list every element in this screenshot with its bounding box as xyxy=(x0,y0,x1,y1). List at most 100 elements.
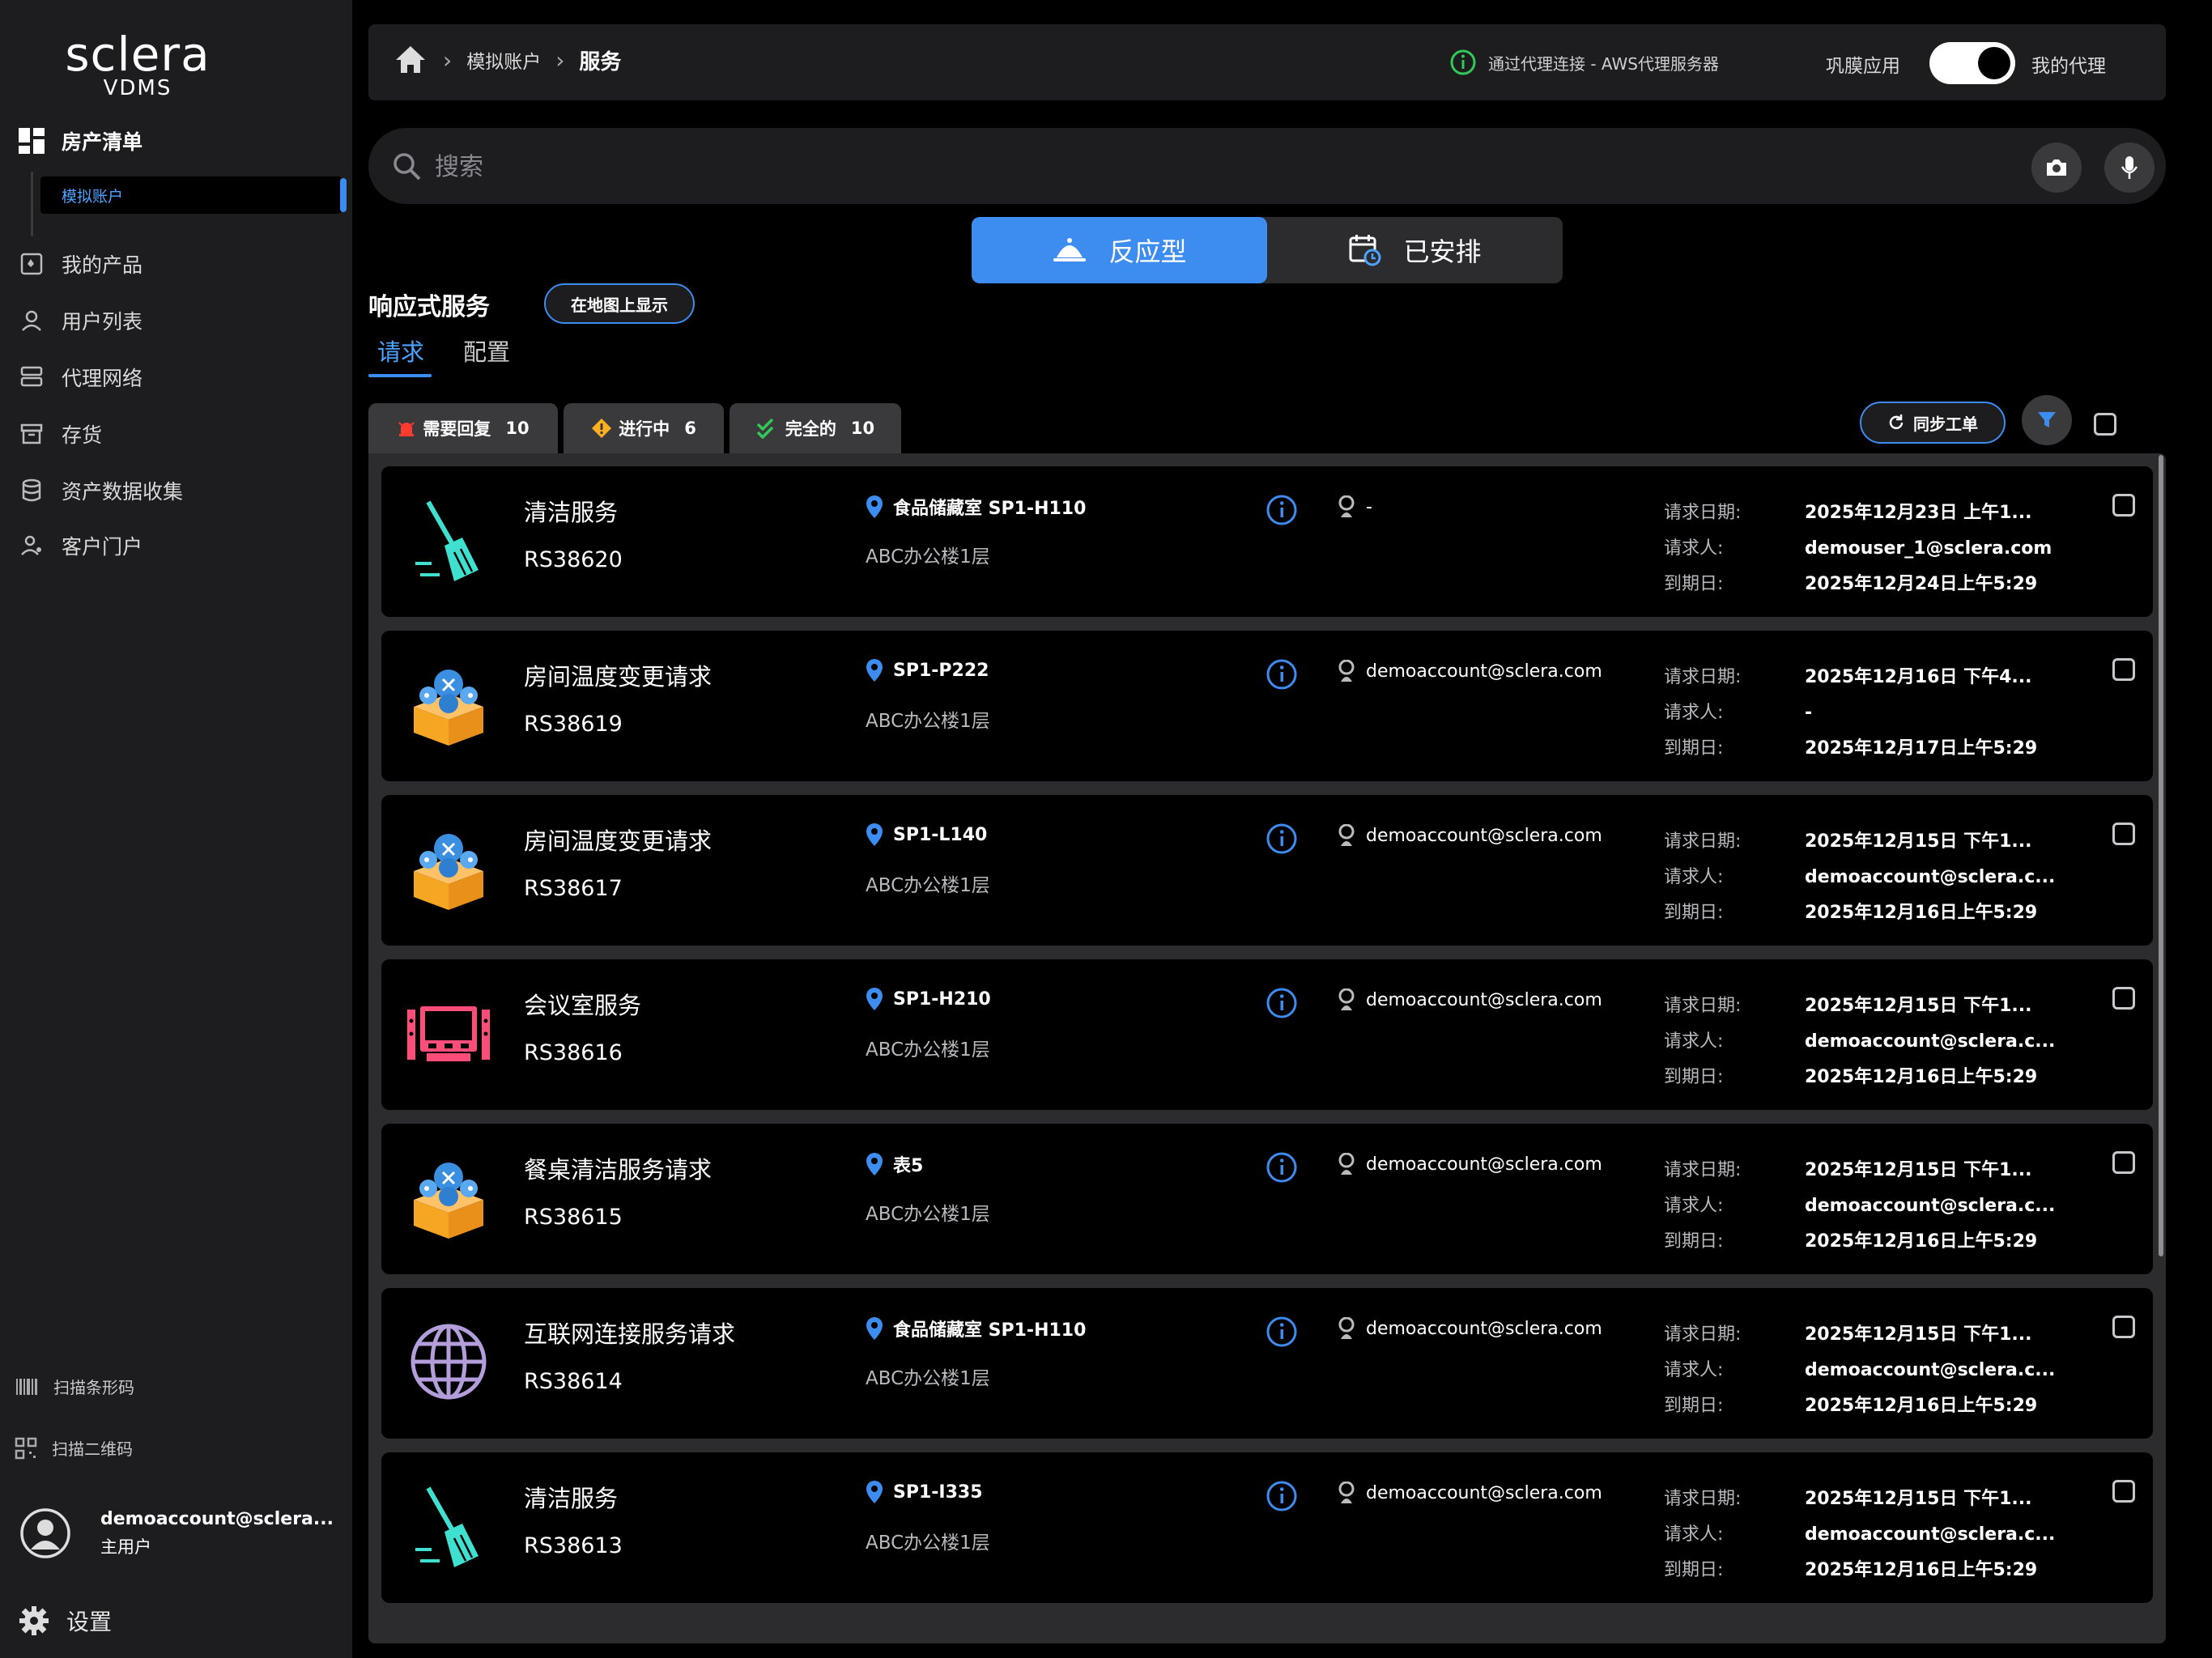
filter-icon xyxy=(2038,412,2056,427)
status-tab-in-progress[interactable]: 进行中 6 xyxy=(564,403,724,453)
logo-brand: sclera xyxy=(65,27,211,82)
top-bar: › 模拟账户 › 服务 通过代理连接 - AWS代理服务器 巩膜应用 我的代理 xyxy=(368,24,2166,100)
label-requester: 请求人: xyxy=(1664,703,1724,723)
sidebar-item-products[interactable]: 我的产品 xyxy=(19,249,143,278)
person-icon xyxy=(1338,1153,1355,1175)
globe-icon xyxy=(404,1317,493,1406)
refresh-icon xyxy=(1889,414,1904,430)
info-icon[interactable] xyxy=(1266,494,1298,529)
select-all-checkbox[interactable] xyxy=(2094,413,2116,436)
requester: demoaccount@sclera.c... xyxy=(1805,1360,2056,1380)
request-card[interactable]: 房间温度变更请求 RS38617 SP1-L140 ABC办公楼1层 demoaccou… xyxy=(381,795,2153,946)
request-field-labels: 请求日期: 请求人: 到期日: xyxy=(1664,1317,1741,1424)
status-tab-needs-reply[interactable]: 需要回复 10 xyxy=(368,403,558,453)
due-date: 2025年12月24日上午5:29 xyxy=(1805,574,2038,594)
info-icon[interactable] xyxy=(1266,658,1298,694)
request-field-values: 2025年12月16日 下午4... - 2025年12月17日上午5:29 xyxy=(1805,660,2037,767)
user-profile[interactable]: demoaccount@sclera... 主用户 xyxy=(19,1507,334,1559)
sidebar-subitem-demo-account[interactable]: 模拟账户 xyxy=(40,176,347,214)
filter-button[interactable] xyxy=(2022,395,2072,445)
request-location: 食品储藏室 SP1-H110 xyxy=(866,494,1086,520)
tab-requests[interactable]: 请求 xyxy=(377,334,424,368)
scan-barcode-label: 扫描条形码 xyxy=(53,1378,134,1397)
request-card[interactable]: 餐桌清洁服务请求 RS38615 表5 ABC办公楼1层 demoaccount@scl… xyxy=(381,1124,2153,1274)
section-title: 响应式服务 xyxy=(368,293,490,321)
location-pin-icon xyxy=(866,1481,883,1503)
info-icon[interactable] xyxy=(1266,1480,1298,1516)
request-field-values: 2025年12月15日 下午1... demoaccount@sclera.c..… xyxy=(1805,1153,2055,1260)
sidebar-item-proxy-network[interactable]: 代理网络 xyxy=(19,363,143,392)
requested-date: 2025年12月15日 下午1... xyxy=(1805,996,2032,1016)
label-requested-date: 请求日期: xyxy=(1664,503,1742,523)
label-due-date: 到期日: xyxy=(1664,1067,1724,1087)
segment-reactive-label: 反应型 xyxy=(1108,236,1187,267)
status-tab-label: 完全的 xyxy=(785,419,836,439)
proxy-toggle[interactable] xyxy=(1929,42,2015,84)
request-checkbox[interactable] xyxy=(2112,1316,2135,1338)
request-name: 会议室服务 xyxy=(524,992,642,1019)
scan-qr-label: 扫描二维码 xyxy=(52,1439,133,1459)
list-scrollbar[interactable] xyxy=(2159,455,2163,1256)
request-room: 食品储藏室 SP1-H110 xyxy=(893,1320,1087,1341)
scan-qr-button[interactable]: 扫描二维码 xyxy=(15,1436,133,1460)
person-icon xyxy=(1338,1317,1355,1339)
home-icon[interactable] xyxy=(393,42,428,78)
request-field-values: 2025年12月15日 下午1... demoaccount@sclera.c..… xyxy=(1805,1482,2055,1588)
search-icon xyxy=(393,153,421,181)
request-checkbox[interactable] xyxy=(2112,494,2135,517)
status-tab-complete[interactable]: 完全的 10 xyxy=(730,403,901,453)
request-account-text: demoaccount@sclera.com xyxy=(1366,1482,1602,1503)
service-box-icon xyxy=(404,824,493,913)
scan-barcode-button[interactable]: 扫描条形码 xyxy=(15,1375,134,1398)
camera-button[interactable] xyxy=(2031,142,2082,193)
settings-button[interactable]: 设置 xyxy=(18,1605,112,1637)
sidebar-item-users[interactable]: 用户列表 xyxy=(19,306,143,335)
request-account: demoaccount@sclera.com xyxy=(1337,824,1602,847)
segment-scheduled[interactable]: 已安排 xyxy=(1267,217,1563,283)
breadcrumb-demo-account[interactable]: 模拟账户 xyxy=(466,46,541,74)
service-type-switch: 反应型 已安排 xyxy=(972,217,1563,283)
requester: - xyxy=(1805,703,1813,723)
label-due-date: 到期日: xyxy=(1664,903,1724,923)
request-checkbox[interactable] xyxy=(2112,823,2135,845)
info-icon[interactable] xyxy=(1266,987,1298,1022)
sidebar-item-property-list[interactable]: 房产清单 xyxy=(18,126,143,155)
sidebar-item-label: 资产数据收集 xyxy=(62,480,184,504)
request-card[interactable]: 清洁服务 RS38620 食品储藏室 SP1-H110 ABC办公楼1层 - 请求日期: 请… xyxy=(381,466,2153,617)
due-date: 2025年12月16日上午5:29 xyxy=(1805,903,2038,923)
search-input[interactable] xyxy=(433,144,1894,189)
request-checkbox[interactable] xyxy=(2112,987,2135,1010)
requested-date: 2025年12月15日 下午1... xyxy=(1805,1489,2032,1509)
request-card[interactable]: 房间温度变更请求 RS38619 SP1-P222 ABC办公楼1层 demoaccou… xyxy=(381,631,2153,781)
tab-config[interactable]: 配置 xyxy=(463,334,510,368)
info-icon[interactable] xyxy=(1266,1316,1298,1351)
sidebar-item-inventory[interactable]: 存货 xyxy=(19,419,102,449)
show-on-map-button[interactable]: 在地图上显示 xyxy=(544,283,695,324)
request-building: ABC办公楼1层 xyxy=(866,546,990,568)
request-card[interactable]: 互联网连接服务请求 RS38614 食品储藏室 SP1-H110 ABC办公楼1层 de… xyxy=(381,1288,2153,1439)
request-name: 餐桌清洁服务请求 xyxy=(524,1156,713,1184)
sync-tickets-button[interactable]: 同步工单 xyxy=(1860,402,2006,444)
sidebar-item-customer-portal[interactable]: 客户门户 xyxy=(19,531,143,560)
microphone-button[interactable] xyxy=(2104,142,2155,193)
request-card[interactable]: 清洁服务 RS38613 SP1-I335 ABC办公楼1层 demoaccount@s… xyxy=(381,1452,2153,1603)
request-room: 表5 xyxy=(893,1156,924,1176)
due-date: 2025年12月16日上午5:29 xyxy=(1805,1560,2038,1580)
sidebar-item-asset-data[interactable]: 资产数据收集 xyxy=(19,476,183,505)
breadcrumb: › 模拟账户 › 服务 xyxy=(393,42,621,78)
request-checkbox[interactable] xyxy=(2112,658,2135,681)
info-icon[interactable] xyxy=(1266,823,1298,858)
request-account: demoaccount@sclera.com xyxy=(1337,1317,1602,1340)
request-checkbox[interactable] xyxy=(2112,1151,2135,1174)
request-card[interactable]: 会议室服务 RS38616 SP1-H210 ABC办公楼1层 demoaccount@… xyxy=(381,959,2153,1110)
sidebar-item-label: 客户门户 xyxy=(62,535,143,559)
request-account: demoaccount@sclera.com xyxy=(1337,1482,1602,1504)
request-code: RS38619 xyxy=(524,712,623,737)
barcode-icon xyxy=(16,1378,37,1395)
active-indicator xyxy=(340,178,347,212)
segment-reactive[interactable]: 反应型 xyxy=(972,217,1267,283)
info-icon[interactable] xyxy=(1266,1151,1298,1187)
status-tab-count: 10 xyxy=(850,419,875,438)
request-checkbox[interactable] xyxy=(2112,1480,2135,1503)
label-due-date: 到期日: xyxy=(1664,738,1724,759)
